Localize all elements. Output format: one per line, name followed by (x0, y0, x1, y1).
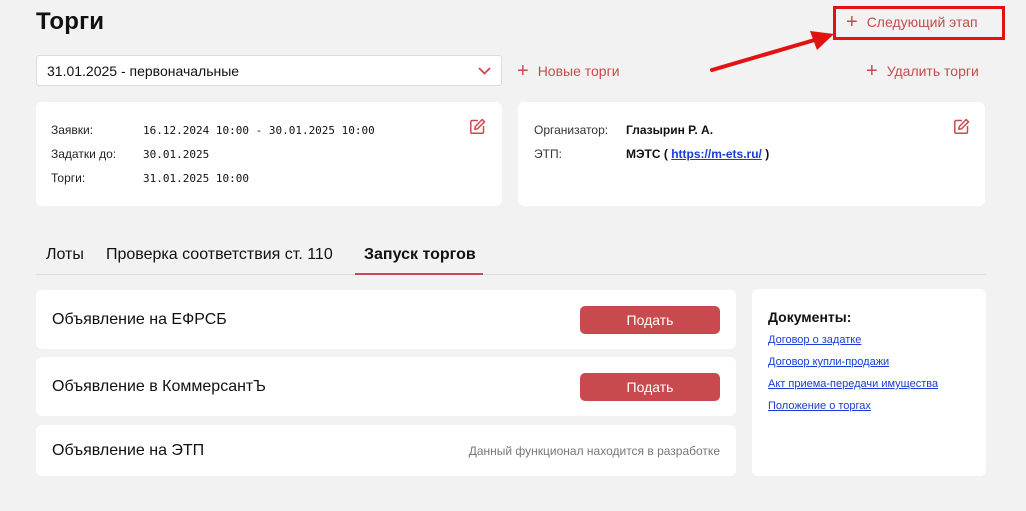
tab-launch-trades[interactable]: Запуск торгов (364, 246, 476, 264)
new-trade-label: Новые торги (537, 63, 620, 79)
in-development-note: Данный функционал находится в разработке (468, 443, 720, 458)
announcement-title: Объявление на ЭТП (52, 441, 205, 459)
doc-link-transfer-act[interactable]: Акт приема-передачи имущества (768, 378, 970, 390)
announcement-etp: Объявление на ЭТП Данный функционал нахо… (36, 425, 736, 476)
edit-icon[interactable] (953, 118, 970, 135)
delete-trade-button[interactable]: + Удалить торги (866, 61, 979, 81)
organizer-label: Организатор: (534, 123, 609, 137)
etp-value: МЭТС ( https://m-ets.ru/ ) (626, 147, 769, 161)
organizer-card: Организатор: Глазырин Р. А. ЭТП: МЭТС ( … (518, 102, 985, 206)
new-trade-button[interactable]: + Новые торги (517, 61, 620, 81)
tabs-divider (36, 274, 986, 275)
trade-select-value: 31.01.2025 - первоначальные (47, 62, 240, 79)
announcement-title: Объявление на ЕФРСБ (52, 310, 227, 328)
next-stage-label: Следующий этап (866, 14, 978, 30)
announcement-kommersant: Объявление в КоммерсантЪ Подать (36, 357, 736, 416)
plus-icon: + (517, 60, 529, 82)
tab-lots[interactable]: Лоты (46, 246, 84, 264)
dates-card: Заявки: 16.12.2024 10:00 - 30.01.2025 10… (36, 102, 502, 206)
active-tab-indicator (355, 273, 483, 275)
applications-value: 16.12.2024 10:00 - 30.01.2025 10:00 (143, 124, 375, 137)
organizer-value: Глазырин Р. А. (626, 123, 714, 137)
submit-kommersant-button[interactable]: Подать (580, 372, 720, 401)
documents-card: Документы: Договор о задатке Договор куп… (752, 289, 986, 476)
tab-compliance-check[interactable]: Проверка соответствия ст. 110 (106, 246, 333, 264)
submit-efrsb-button[interactable]: Подать (580, 305, 720, 334)
announcement-title: Объявление в КоммерсантЪ (52, 377, 266, 395)
delete-trade-label: Удалить торги (886, 63, 979, 79)
etp-close: ) (765, 147, 770, 161)
edit-icon[interactable] (469, 118, 486, 135)
doc-link-sale-contract[interactable]: Договор купли-продажи (768, 356, 970, 368)
announcement-efrsb: Объявление на ЕФРСБ Подать (36, 290, 736, 349)
trade-select[interactable]: 31.01.2025 - первоначальные (36, 55, 502, 86)
deposits-value: 30.01.2025 (143, 148, 210, 161)
next-stage-button[interactable]: + Следующий этап (846, 12, 978, 32)
etp-label: ЭТП: (534, 147, 562, 161)
applications-label: Заявки: (51, 123, 94, 137)
trade-date-label: Торги: (51, 171, 86, 185)
trade-date-value: 31.01.2025 10:00 (143, 172, 249, 185)
doc-link-deposit-agreement[interactable]: Договор о задатке (768, 334, 970, 346)
doc-link-trade-regulations[interactable]: Положение о торгах (768, 400, 970, 412)
chevron-down-icon (478, 66, 491, 75)
etp-name: МЭТС ( (626, 147, 668, 161)
deposits-label: Задатки до: (51, 147, 117, 161)
page-title: Торги (36, 8, 105, 35)
documents-title: Документы: (768, 309, 852, 325)
annotation-arrow (710, 31, 834, 72)
plus-icon: + (866, 60, 878, 82)
etp-link[interactable]: https://m-ets.ru/ (671, 147, 762, 161)
